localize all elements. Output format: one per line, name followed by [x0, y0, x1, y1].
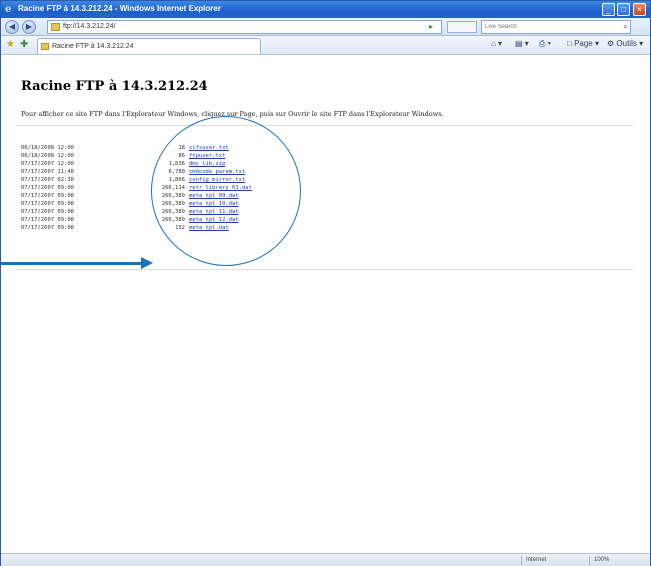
print-icon[interactable]: ⎙ ▾	[539, 39, 551, 49]
page-menu-label: Page	[574, 39, 593, 48]
status-bar: Internet 100%	[1, 553, 650, 566]
feeds-icon[interactable]: ▤ ▾	[515, 39, 529, 48]
forward-button[interactable]: ▶	[22, 20, 36, 34]
tab-label: Racine FTP à 14.3.212.24	[52, 43, 134, 50]
file-date: 07/17/2007 09:08	[21, 225, 74, 231]
search-input[interactable]	[485, 22, 605, 32]
search-icon[interactable]: ⌕	[624, 22, 628, 32]
ie-logo-icon: e	[5, 4, 12, 15]
file-date: 07/17/2007 09:08	[21, 217, 74, 223]
add-favorites-icon[interactable]: ✚	[20, 39, 28, 50]
title-bar[interactable]: e Racine FTP à 14.3.212.24 - Windows Int…	[1, 1, 650, 18]
security-zone[interactable]: Internet	[521, 556, 585, 565]
favorites-star-icon[interactable]: ★	[6, 39, 15, 50]
search-box[interactable]: ⌕	[481, 20, 631, 34]
maximize-button[interactable]: □	[617, 3, 630, 16]
file-date: 07/17/2007 09:08	[21, 201, 74, 207]
minimize-button[interactable]: _	[602, 3, 615, 16]
address-toolbar: ◀ ▶ ftp://14.3.212.24/ ▸ ⌕	[1, 18, 650, 36]
home-icon[interactable]: ⌂ ▾	[491, 39, 502, 48]
tab-folder-icon	[41, 43, 49, 50]
tab-ftp-root[interactable]: Racine FTP à 14.3.212.24	[37, 38, 261, 54]
file-date: 07/17/2007 11:48	[21, 169, 74, 175]
annotation-arrow	[1, 262, 143, 265]
tools-menu[interactable]: ⚙ Outils ▾	[607, 39, 643, 48]
file-date: 06/18/2008 12:00	[21, 153, 74, 159]
browser-window: e Racine FTP à 14.3.212.24 - Windows Int…	[0, 0, 651, 566]
ftp-folder-icon	[51, 23, 60, 31]
file-date: 06/18/2008 12:00	[21, 145, 74, 151]
go-icon[interactable]: ▸	[429, 22, 439, 32]
tools-menu-label: Outils	[616, 39, 637, 48]
file-date: 07/17/2007 09:00	[21, 185, 74, 191]
page-title: Racine FTP à 14.3.212.24	[21, 79, 208, 94]
back-button[interactable]: ◀	[5, 20, 19, 34]
tab-bar: ★ ✚ Racine FTP à 14.3.212.24 ⌂ ▾ ▤ ▾ ⎙ ▾…	[1, 36, 650, 55]
file-date: 07/17/2007 09:08	[21, 209, 74, 215]
vertical-scrollbar[interactable]	[641, 56, 650, 552]
bottom-divider	[17, 269, 633, 270]
window-title: Racine FTP à 14.3.212.24 - Windows Inter…	[18, 4, 221, 13]
file-date: 07/17/2007 02:30	[21, 177, 74, 183]
page-menu[interactable]: □ Page ▾	[567, 39, 599, 48]
file-date: 07/17/2007 12:00	[21, 161, 74, 167]
annotation-arrow-head	[141, 257, 153, 269]
close-button[interactable]: ×	[633, 3, 646, 16]
refresh-stop-buttons[interactable]	[447, 21, 477, 33]
zoom-level[interactable]: 100%	[589, 556, 647, 565]
file-date: 07/17/2007 09:08	[21, 193, 74, 199]
address-url: ftp://14.3.212.24/	[63, 23, 116, 30]
highlight-circle	[151, 116, 301, 266]
top-divider	[17, 125, 633, 126]
page-content: Racine FTP à 14.3.212.24 Pour afficher c…	[9, 61, 641, 546]
address-field[interactable]: ftp://14.3.212.24/ ▸	[47, 20, 442, 34]
